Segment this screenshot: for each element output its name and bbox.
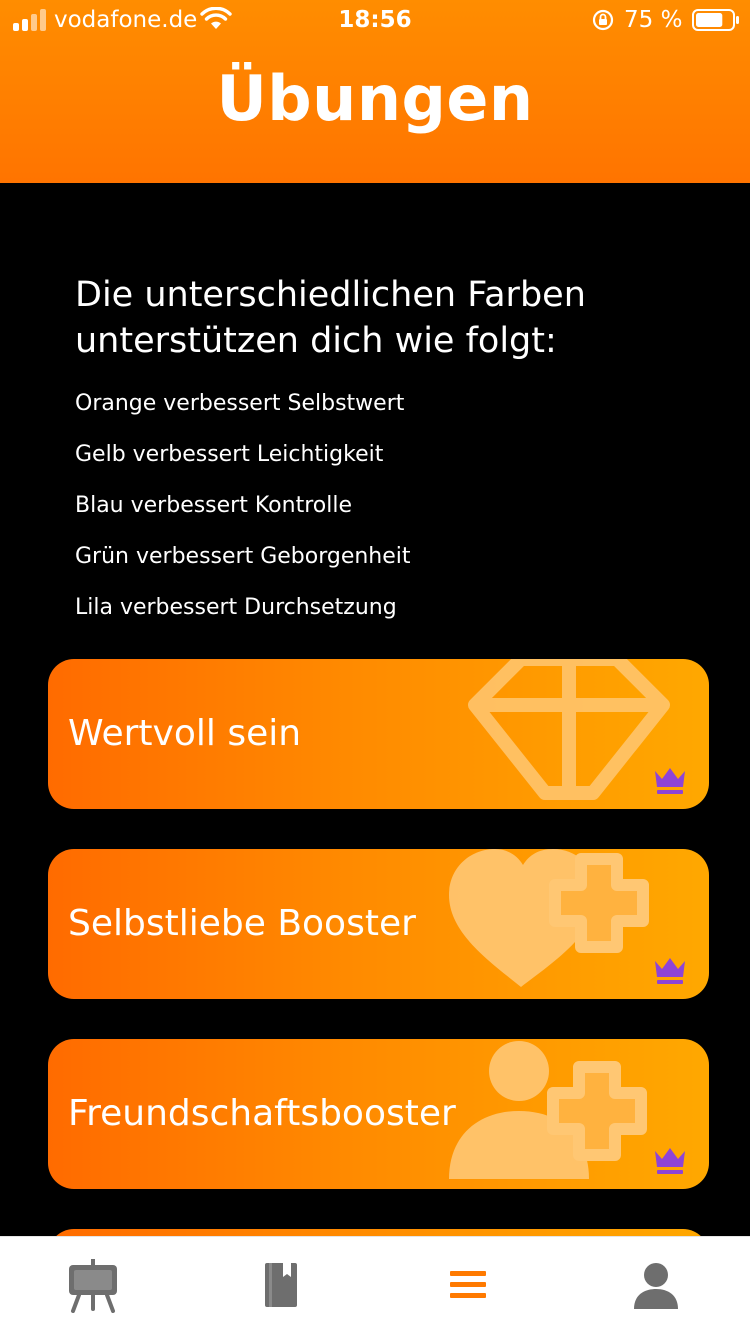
book-icon[interactable] [253, 1257, 309, 1313]
legend-item: Grün verbessert Geborgenheit [75, 544, 411, 569]
color-legend: Die unterschiedlichen Farben unterstütze… [75, 272, 695, 633]
legend-item: Lila verbessert Durchsetzung [75, 595, 397, 620]
profile-icon[interactable] [628, 1257, 684, 1313]
crown-icon [655, 1148, 685, 1174]
card-title: Wertvoll sein [68, 713, 302, 754]
card-title: Selbstliebe Booster [68, 903, 416, 944]
card-title: Freundschaftsbooster [68, 1093, 456, 1134]
crown-icon [655, 768, 685, 794]
legend-item: Orange verbessert Selbstwert [75, 391, 405, 416]
legend-item: Gelb verbessert Leichtigkeit [75, 442, 384, 467]
battery-percent: 75 % [624, 7, 683, 33]
status-bar: vodafone.de 18:56 75 % [0, 0, 750, 42]
tab-bar [0, 1236, 750, 1334]
legend-heading: Die unterschiedlichen Farben unterstütze… [75, 275, 586, 361]
screen: vodafone.de 18:56 75 % Übungen Die unter… [0, 0, 750, 1334]
orientation-lock-icon [592, 9, 614, 31]
header: vodafone.de 18:56 75 % Übungen [0, 0, 750, 183]
crown-icon [655, 958, 685, 984]
easel-icon[interactable] [65, 1257, 121, 1313]
exercise-card-selbstliebe-booster[interactable]: Selbstliebe Booster [48, 849, 709, 999]
menu-icon[interactable] [440, 1257, 496, 1313]
legend-item: Blau verbessert Kontrolle [75, 493, 352, 518]
exercise-card-freundschaftsbooster[interactable]: Freundschaftsbooster [48, 1039, 709, 1189]
exercise-card-wertvoll-sein[interactable]: Wertvoll sein [48, 659, 709, 809]
battery-icon [692, 9, 739, 31]
page-title: Übungen [216, 62, 534, 135]
